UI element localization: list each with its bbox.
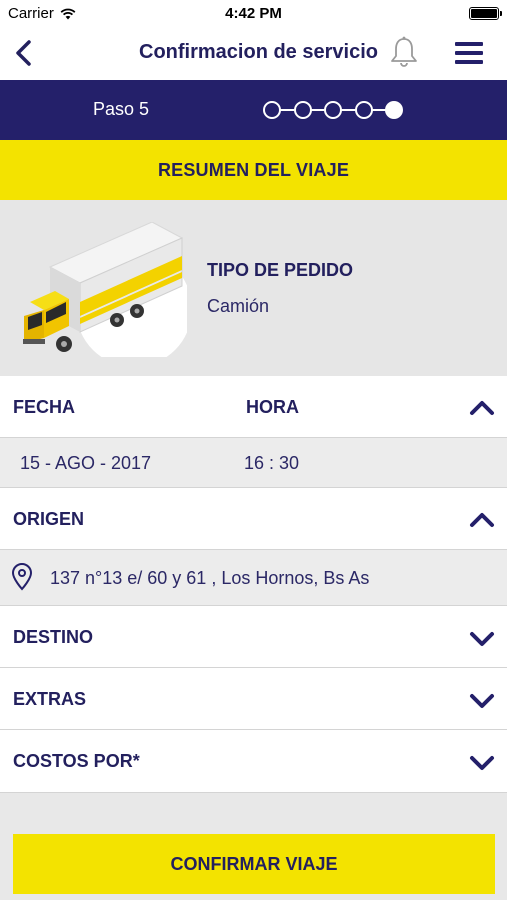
steps-bar: Paso 5	[0, 80, 507, 140]
order-type-value: Camión	[207, 296, 270, 316]
clock: 4:42 PM	[225, 5, 282, 22]
confirm-trip-button[interactable]: CONFIRMAR VIAJE	[13, 834, 495, 894]
battery-icon	[469, 7, 502, 20]
extras-label: EXTRAS	[13, 689, 87, 709]
origin-label: ORIGEN	[13, 509, 85, 529]
costs-header[interactable]: COSTOS POR*	[0, 730, 507, 793]
bell-icon[interactable]	[387, 35, 421, 69]
step-progress-indicator	[263, 101, 403, 119]
step-2-dot	[294, 101, 312, 119]
nav-bar: Confirmacion de servicio	[0, 28, 507, 80]
confirm-area: CONFIRMAR VIAJE	[0, 793, 507, 900]
summary-banner: RESUMEN DEL VIAJE	[0, 140, 507, 200]
step-4-dot	[355, 101, 373, 119]
confirm-trip-label: CONFIRMAR VIAJE	[170, 854, 338, 874]
step-label: Paso 5	[93, 99, 150, 119]
order-type-label: TIPO DE PEDIDO	[207, 260, 354, 280]
location-pin-icon	[11, 563, 33, 591]
truck-illustration	[23, 222, 187, 357]
date-time-details: 15 - AGO - 2017 16 : 30	[0, 438, 507, 488]
origin-details: 137 n°13 e/ 60 y 61 , Los Hornos, Bs As	[0, 550, 507, 606]
date-label: FECHA	[13, 397, 75, 417]
date-time-header[interactable]: FECHA HORA	[0, 376, 507, 438]
origin-header[interactable]: ORIGEN	[0, 488, 507, 550]
costs-label: COSTOS POR*	[13, 751, 140, 771]
time-label: HORA	[246, 397, 299, 417]
chevron-up-icon[interactable]	[469, 397, 495, 417]
page-title: Confirmacion de servicio	[139, 41, 378, 63]
chevron-down-icon[interactable]	[469, 753, 495, 773]
step-3-dot	[324, 101, 342, 119]
destination-label: DESTINO	[13, 627, 94, 647]
destination-header[interactable]: DESTINO	[0, 606, 507, 668]
hamburger-menu-icon[interactable]	[453, 38, 485, 68]
step-5-dot	[385, 101, 403, 119]
extras-header[interactable]: EXTRAS	[0, 668, 507, 730]
time-value: 16 : 30	[244, 453, 300, 473]
chevron-down-icon[interactable]	[469, 629, 495, 649]
chevron-down-icon[interactable]	[469, 691, 495, 711]
summary-title: RESUMEN DEL VIAJE	[157, 160, 350, 180]
chevron-up-icon[interactable]	[469, 509, 495, 529]
date-value: 15 - AGO - 2017	[20, 453, 152, 473]
step-1-dot	[263, 101, 281, 119]
status-bar: Carrier 4:42 PM	[0, 0, 507, 28]
origin-address: 137 n°13 e/ 60 y 61 , Los Hornos, Bs As	[50, 568, 370, 588]
order-type-section: TIPO DE PEDIDO Camión	[0, 200, 507, 376]
